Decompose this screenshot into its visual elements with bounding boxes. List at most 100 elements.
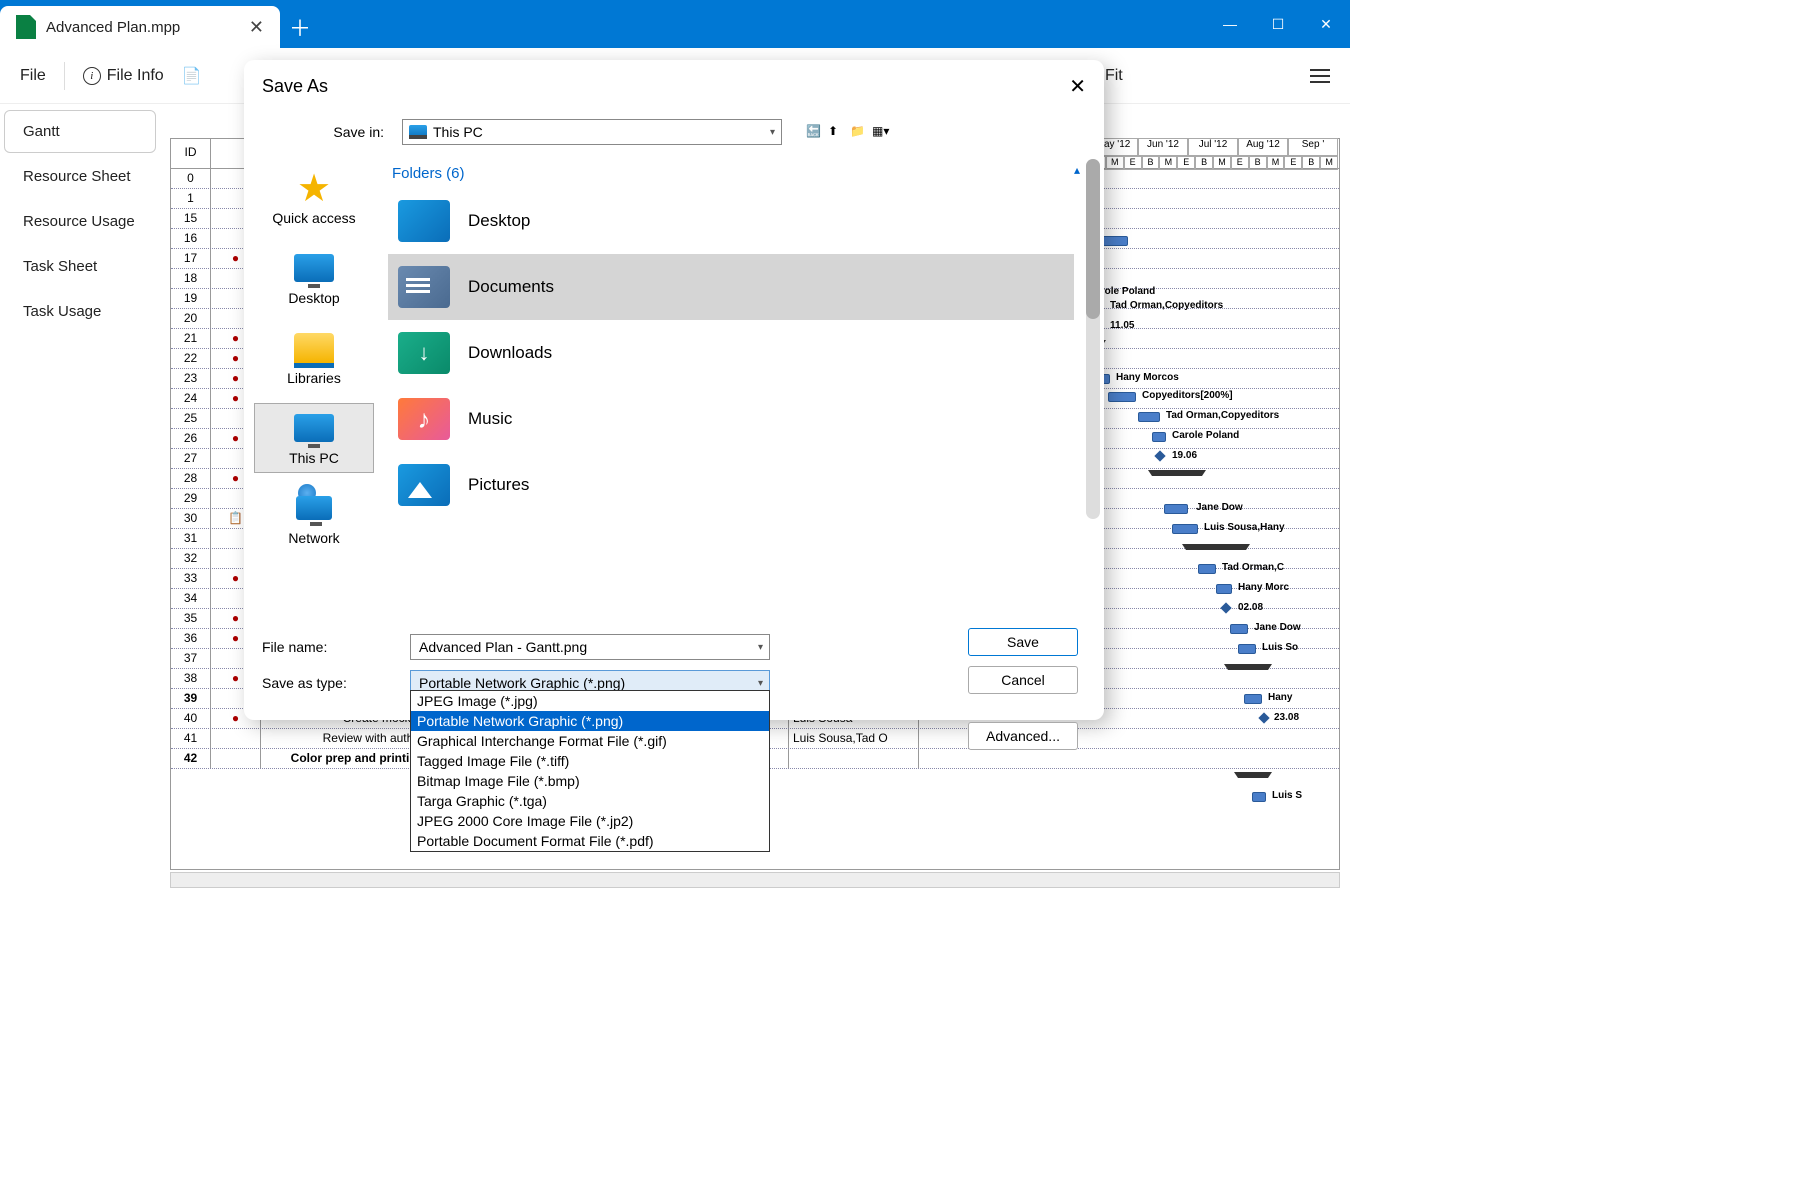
place-this-pc[interactable]: This PC [254, 403, 374, 473]
folder-music[interactable]: ♪ Music [388, 386, 1074, 452]
scrollbar-thumb[interactable] [1086, 159, 1100, 319]
horizontal-scrollbar[interactable] [170, 872, 1340, 888]
place-libraries[interactable]: Libraries [254, 323, 374, 393]
this-pc-icon [409, 125, 427, 139]
downloads-folder-icon: ↓ [398, 332, 450, 374]
gantt-bar[interactable] [1108, 392, 1136, 402]
gantt-bar[interactable] [1164, 504, 1188, 514]
save-in-combo[interactable]: This PC ▾ [402, 119, 782, 145]
gantt-bar[interactable] [1244, 694, 1262, 704]
nav-resource-usage[interactable]: Resource Usage [4, 200, 156, 243]
dialog-title: Save As [262, 76, 328, 97]
advanced-button[interactable]: Advanced... [968, 722, 1078, 750]
gantt-milestone[interactable] [1154, 450, 1165, 461]
view-nav: Gantt Resource Sheet Resource Usage Task… [0, 108, 160, 335]
file-icon [16, 15, 36, 39]
export-button[interactable]: 📄 [182, 66, 202, 86]
star-icon: ★ [292, 170, 336, 206]
save-button[interactable]: Save [968, 628, 1078, 656]
gantt-label: Jane Dow [1254, 622, 1301, 633]
gantt-label: Hany [1268, 692, 1292, 703]
dropdown-option[interactable]: Portable Network Graphic (*.png) [411, 711, 769, 731]
close-tab-icon[interactable]: ✕ [249, 17, 264, 38]
gantt-bar[interactable] [1238, 644, 1256, 654]
dialog-toolbar: 🔙 ⬆ 📁 ▦▾ [806, 124, 888, 140]
network-icon [292, 490, 336, 526]
folder-documents[interactable]: Documents [388, 254, 1074, 320]
document-tab[interactable]: Advanced Plan.mpp ✕ [0, 6, 280, 48]
dropdown-option[interactable]: Bitmap Image File (*.bmp) [411, 771, 769, 791]
folder-label: Documents [468, 277, 554, 297]
gantt-label: Tad Orman,C [1222, 562, 1284, 573]
folder-label: Desktop [468, 211, 530, 231]
gantt-label: 19.06 [1172, 450, 1197, 461]
folder-label: Pictures [468, 475, 529, 495]
window-controls: — ☐ ✕ [1206, 0, 1350, 48]
gantt-label: 11.05 [1110, 320, 1134, 331]
save-type-dropdown[interactable]: JPEG Image (*.jpg)Portable Network Graph… [410, 690, 770, 852]
dialog-close-button[interactable]: ✕ [1069, 74, 1086, 99]
chevron-down-icon[interactable]: ▾ [758, 678, 763, 689]
desktop-folder-icon [398, 200, 450, 242]
gantt-milestone[interactable] [1258, 712, 1269, 723]
dropdown-option[interactable]: Targa Graphic (*.tga) [411, 791, 769, 811]
col-id[interactable]: ID [171, 139, 211, 168]
dropdown-option[interactable]: JPEG 2000 Core Image File (*.jp2) [411, 811, 769, 831]
place-quick-access[interactable]: ★ Quick access [254, 163, 374, 233]
dropdown-option[interactable]: JPEG Image (*.jpg) [411, 691, 769, 711]
up-icon[interactable]: ⬆ [828, 124, 844, 140]
gantt-milestone[interactable] [1220, 602, 1231, 613]
dropdown-option[interactable]: Portable Document Format File (*.pdf) [411, 831, 769, 851]
folder-desktop[interactable]: Desktop [388, 188, 1074, 254]
chevron-down-icon: ▾ [770, 127, 775, 138]
chevron-down-icon[interactable]: ▾ [758, 642, 763, 653]
save-as-dialog: Save As ✕ Save in: This PC ▾ 🔙 ⬆ 📁 ▦▾ ★ … [244, 60, 1104, 720]
save-in-label: Save in: [262, 124, 392, 140]
folder-downloads[interactable]: ↓ Downloads [388, 320, 1074, 386]
gantt-bar[interactable] [1230, 624, 1248, 634]
gantt-bar[interactable] [1138, 412, 1160, 422]
gantt-summary[interactable] [1228, 664, 1268, 670]
back-icon[interactable]: 🔙 [806, 124, 822, 140]
minimize-button[interactable]: — [1206, 0, 1254, 48]
nav-task-sheet[interactable]: Task Sheet [4, 245, 156, 288]
gantt-label: 02.08 [1238, 602, 1263, 613]
file-name-input[interactable]: Advanced Plan - Gantt.png ▾ [410, 634, 770, 660]
new-folder-icon[interactable]: 📁 [850, 124, 866, 140]
folder-pictures[interactable]: Pictures [388, 452, 1074, 518]
close-window-button[interactable]: ✕ [1302, 0, 1350, 48]
hamburger-menu[interactable] [1310, 69, 1330, 83]
gantt-summary[interactable] [1186, 544, 1246, 550]
new-tab-button[interactable]: ＋ [280, 6, 320, 48]
file-info-button[interactable]: i File Info [83, 67, 164, 85]
maximize-button[interactable]: ☐ [1254, 0, 1302, 48]
gantt-bar[interactable] [1198, 564, 1216, 574]
music-folder-icon: ♪ [398, 398, 450, 440]
gantt-label: Copyeditors[200%] [1142, 390, 1233, 401]
nav-task-usage[interactable]: Task Usage [4, 290, 156, 333]
gantt-bar[interactable] [1172, 524, 1198, 534]
dropdown-option[interactable]: Tagged Image File (*.tiff) [411, 751, 769, 771]
dropdown-option[interactable]: Graphical Interchange Format File (*.gif… [411, 731, 769, 751]
place-desktop[interactable]: Desktop [254, 243, 374, 313]
gantt-label: Jane Dow [1196, 502, 1243, 513]
file-name-value: Advanced Plan - Gantt.png [419, 639, 587, 655]
file-info-label: File Info [107, 67, 164, 85]
gantt-bar[interactable] [1252, 792, 1266, 802]
gantt-chart[interactable]: May '12Jun '12Jul '12Aug '12Sep ' BMEBME… [1088, 138, 1338, 870]
view-menu-icon[interactable]: ▦▾ [872, 124, 888, 140]
gantt-bar[interactable] [1152, 432, 1166, 442]
gantt-summary[interactable] [1152, 470, 1202, 476]
folder-list[interactable]: Folders (6) ▴ Desktop Documents ↓ Downlo… [384, 155, 1104, 626]
collapse-icon[interactable]: ▴ [1074, 163, 1080, 177]
gantt-bar[interactable] [1216, 584, 1232, 594]
nav-gantt[interactable]: Gantt [4, 110, 156, 153]
vertical-scrollbar[interactable] [1086, 159, 1100, 519]
cancel-button[interactable]: Cancel [968, 666, 1078, 694]
place-network[interactable]: Network [254, 483, 374, 553]
nav-resource-sheet[interactable]: Resource Sheet [4, 155, 156, 198]
libraries-icon [294, 333, 334, 363]
gantt-summary[interactable] [1238, 772, 1268, 778]
file-menu[interactable]: File [20, 67, 46, 85]
folders-header[interactable]: Folders (6) [388, 159, 1104, 188]
